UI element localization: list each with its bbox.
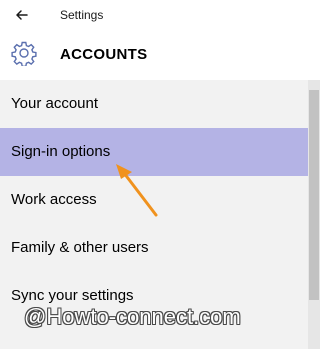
scrollbar[interactable] [308,80,320,349]
menu-item-label: Sign-in options [11,143,111,160]
back-button[interactable] [11,5,33,25]
arrow-left-icon [16,10,28,20]
menu-item-work-access[interactable]: Work access [0,176,308,224]
menu-item-label: Work access [11,191,97,208]
watermark-text: @Howto-connect.com [24,304,241,329]
menu-item-label: Your account [11,95,99,112]
gear-icon [11,40,37,67]
accounts-menu: Your account Sign-in options Work access… [0,80,308,320]
scrollbar-thumb[interactable] [309,90,319,300]
menu-item-sign-in-options[interactable]: Sign-in options [0,128,308,176]
menu-item-label: Sync your settings [11,287,134,304]
window-title: Settings [60,8,104,22]
menu-item-label: Family & other users [11,239,149,256]
page-title: ACCOUNTS [60,46,148,63]
settings-header: Settings ACCOUNTS [0,0,320,80]
menu-item-family-other-users[interactable]: Family & other users [0,224,308,272]
menu-item-your-account[interactable]: Your account [0,80,308,128]
